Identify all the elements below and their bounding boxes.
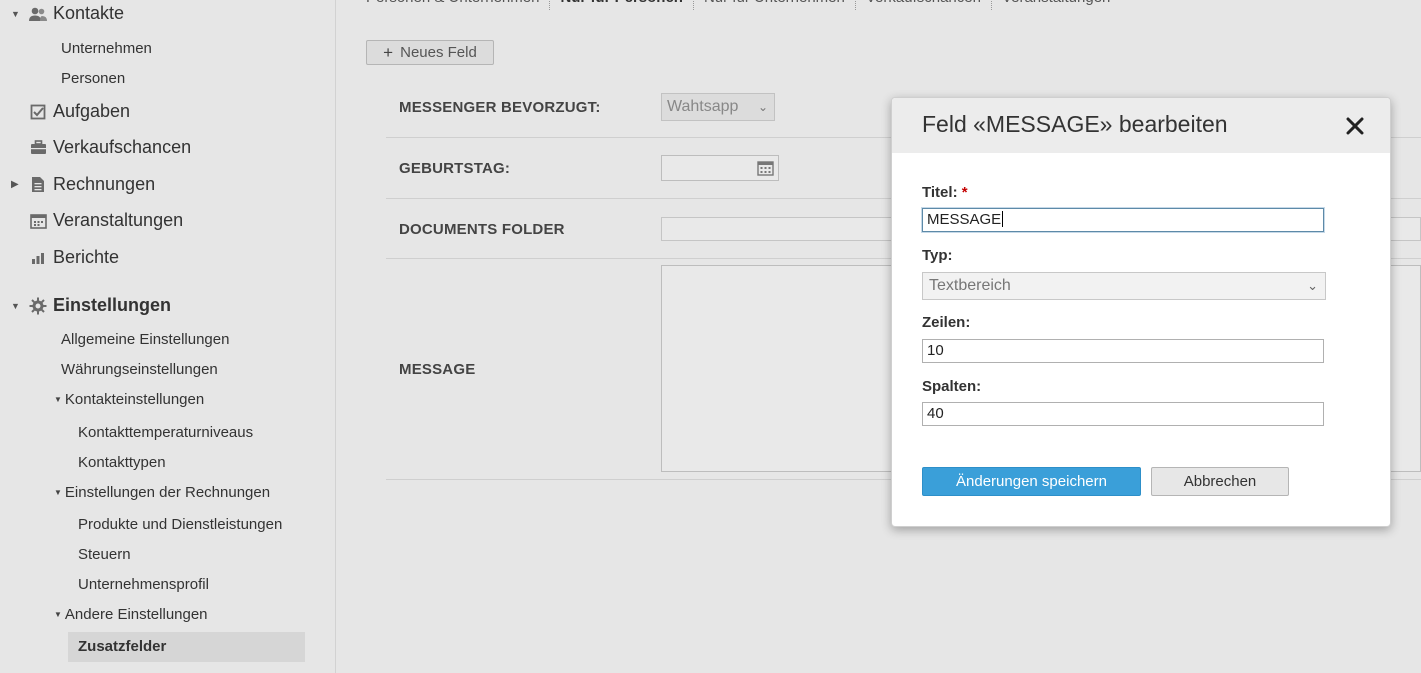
title-field-label: Titel: * bbox=[922, 184, 968, 201]
title-input-value: MESSAGE bbox=[927, 211, 1002, 228]
type-select-value: Textbereich bbox=[929, 277, 1011, 294]
dialog-header: Feld «MESSAGE» bearbeiten bbox=[892, 98, 1390, 153]
sidebar-item-company-profile[interactable]: Unternehmensprofil bbox=[78, 576, 209, 593]
title-input[interactable]: MESSAGE bbox=[922, 208, 1324, 232]
calendar-icon[interactable] bbox=[757, 160, 774, 176]
sidebar-item-products[interactable]: Produkte und Dienstleistungen bbox=[78, 516, 282, 533]
edit-field-dialog: Feld «MESSAGE» bearbeiten Titel: * MESSA… bbox=[891, 97, 1391, 527]
calendar-icon bbox=[27, 211, 49, 231]
rows-field-label: Zeilen: bbox=[922, 314, 971, 331]
briefcase-icon bbox=[27, 138, 49, 158]
collapsed-triangle-icon[interactable]: ▶ bbox=[11, 179, 21, 190]
field-label: MESSAGE bbox=[399, 361, 476, 378]
sidebar-item-label: Aufgaben bbox=[53, 101, 131, 121]
sidebar-item-general-settings[interactable]: Allgemeine Einstellungen bbox=[61, 331, 229, 348]
sidebar-item-companies[interactable]: Unternehmen bbox=[61, 40, 152, 57]
sidebar-item-label: Veranstaltungen bbox=[53, 210, 184, 230]
save-changes-button[interactable]: Änderungen speichern bbox=[922, 467, 1141, 496]
gear-icon bbox=[27, 296, 49, 316]
columns-input-value: 40 bbox=[927, 405, 944, 422]
sidebar-item-tasks[interactable]: Aufgaben bbox=[0, 101, 130, 122]
sidebar-item-settings[interactable]: ▼ Einstellungen bbox=[0, 295, 171, 316]
dialog-title: Feld «MESSAGE» bearbeiten bbox=[922, 111, 1228, 137]
sidebar-group-contact-settings[interactable]: ▼ Kontakteinstellungen bbox=[54, 391, 204, 408]
close-icon[interactable] bbox=[1344, 115, 1366, 137]
title-label-text: Titel: bbox=[922, 184, 958, 201]
sidebar-item-invoices[interactable]: ▶ Rechnungen bbox=[0, 174, 155, 195]
field-scope-tabs: Personen & Unternehmen Nur für Personen … bbox=[366, 0, 1120, 10]
sidebar-item-events[interactable]: Veranstaltungen bbox=[0, 210, 183, 231]
type-field-label: Typ: bbox=[922, 247, 953, 264]
sidebar-group-label: Andere Einstellungen bbox=[64, 606, 208, 623]
document-icon bbox=[27, 175, 49, 195]
sidebar-item-contact-types[interactable]: Kontakttypen bbox=[78, 454, 166, 471]
sidebar-item-label: Berichte bbox=[53, 247, 120, 267]
tab-companies-only[interactable]: Nur für Unternehmen bbox=[694, 0, 856, 10]
new-field-label: Neues Feld bbox=[400, 44, 477, 61]
sidebar-item-label: Zusatzfelder bbox=[78, 638, 167, 655]
required-marker: * bbox=[961, 184, 968, 201]
columns-input[interactable]: 40 bbox=[922, 402, 1324, 426]
sidebar-item-custom-fields[interactable]: Zusatzfelder bbox=[68, 632, 305, 662]
field-label: GEBURTSTAG: bbox=[399, 160, 511, 177]
sidebar-item-contacts[interactable]: ▼ Kontakte bbox=[0, 3, 124, 24]
chevron-down-icon: ⌄ bbox=[1307, 278, 1318, 293]
tab-events[interactable]: Veranstaltungen bbox=[992, 0, 1120, 10]
sidebar-item-reports[interactable]: Berichte bbox=[0, 247, 119, 268]
sidebar-item-label: Rechnungen bbox=[53, 174, 156, 194]
sidebar-item-deals[interactable]: Verkaufschancen bbox=[0, 137, 191, 158]
rows-input-value: 10 bbox=[927, 342, 944, 359]
tab-persons-only[interactable]: Nur für Personen bbox=[550, 0, 694, 10]
sidebar-item-label: Einstellungen bbox=[53, 295, 172, 315]
sidebar-item-contact-temperature[interactable]: Kontakttemperaturniveaus bbox=[78, 424, 253, 441]
sidebar-item-persons[interactable]: Personen bbox=[61, 70, 125, 87]
sidebar-group-label: Einstellungen der Rechnungen bbox=[64, 484, 271, 501]
sidebar-group-invoice-settings[interactable]: ▼ Einstellungen der Rechnungen bbox=[54, 484, 270, 501]
chevron-down-icon: ⌄ bbox=[757, 100, 768, 114]
field-label: DOCUMENTS FOLDER bbox=[399, 221, 565, 238]
expanded-triangle-icon[interactable]: ▼ bbox=[11, 9, 21, 19]
people-icon bbox=[27, 4, 49, 24]
type-select[interactable]: Textbereich ⌄ bbox=[922, 272, 1326, 300]
expanded-triangle-icon[interactable]: ▼ bbox=[54, 488, 62, 497]
columns-field-label: Spalten: bbox=[922, 378, 982, 395]
messenger-select-value: Wahtsapp bbox=[667, 98, 739, 115]
plus-icon: + bbox=[383, 42, 394, 62]
sidebar-item-currency-settings[interactable]: Währungseinstellungen bbox=[61, 361, 218, 378]
birthday-date-input[interactable] bbox=[661, 155, 779, 181]
expanded-triangle-icon[interactable]: ▼ bbox=[11, 301, 21, 311]
sidebar-item-label: Verkaufschancen bbox=[53, 137, 192, 157]
tab-deals[interactable]: Verkaufschancen bbox=[856, 0, 992, 10]
bar-chart-icon bbox=[27, 248, 49, 268]
expanded-triangle-icon[interactable]: ▼ bbox=[54, 395, 62, 404]
sidebar-group-other-settings[interactable]: ▼ Andere Einstellungen bbox=[54, 606, 208, 623]
cancel-button[interactable]: Abbrechen bbox=[1151, 467, 1289, 496]
rows-input[interactable]: 10 bbox=[922, 339, 1324, 363]
sidebar-group-label: Kontakteinstellungen bbox=[64, 391, 205, 408]
messenger-select[interactable]: Wahtsapp ⌄ bbox=[661, 93, 775, 121]
new-field-button[interactable]: + Neues Feld bbox=[366, 40, 494, 65]
sidebar-item-taxes[interactable]: Steuern bbox=[78, 546, 131, 563]
sidebar-item-label: Kontakte bbox=[53, 3, 125, 23]
checkbox-icon bbox=[27, 102, 49, 122]
tab-persons-and-companies[interactable]: Personen & Unternehmen bbox=[366, 0, 551, 10]
field-label: MESSENGER BEVORZUGT: bbox=[399, 99, 601, 116]
text-caret bbox=[1002, 211, 1004, 227]
expanded-triangle-icon[interactable]: ▼ bbox=[54, 610, 62, 619]
sidebar: ▼ Kontakte Unternehmen Personen Aufgaben… bbox=[0, 0, 336, 673]
